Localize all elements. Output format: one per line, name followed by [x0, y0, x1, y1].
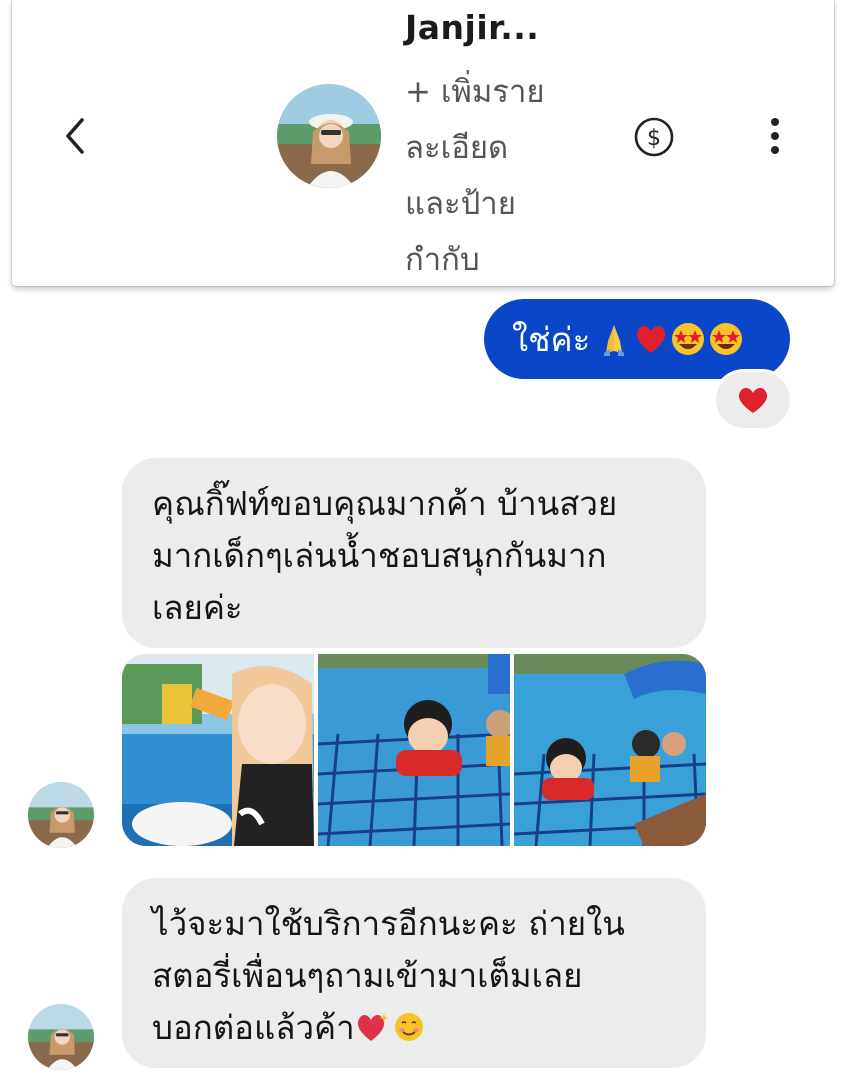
- subtitle-line: กำกับ: [405, 242, 480, 278]
- star-struck-icon: [672, 323, 705, 355]
- photo-attachment[interactable]: [514, 654, 706, 846]
- subtitle-line: ละเอียด: [405, 130, 509, 166]
- sender-avatar[interactable]: [28, 782, 94, 848]
- message-line: เลยค่ะ: [152, 588, 243, 627]
- subtitle-line: และป้าย: [405, 186, 516, 222]
- photo-attachment-group[interactable]: [122, 654, 706, 846]
- contact-name[interactable]: Janjir...: [405, 8, 539, 47]
- red-heart-icon: [637, 325, 666, 353]
- message-line: ไว้จะมาใช้บริการอีกนะคะ ถ่ายใน: [152, 904, 625, 943]
- subtitle-line: + เพิ่มราย: [405, 74, 545, 110]
- sent-message-text: ใช่ค่ะ: [512, 319, 591, 359]
- dollar-circle-icon[interactable]: $: [633, 116, 675, 158]
- svg-text:$: $: [647, 126, 661, 151]
- received-message-bubble[interactable]: ไว้จะมาใช้บริการอีกนะคะ ถ่ายใน สตอรี่เพื…: [122, 878, 706, 1068]
- message-line: คุณกิ๊ฟท์ขอบคุณมากค้า บ้านสวย: [152, 484, 618, 523]
- received-message-bubble[interactable]: คุณกิ๊ฟท์ขอบคุณมากค้า บ้านสวย มากเด็กๆเล…: [122, 458, 706, 648]
- chevron-left-icon[interactable]: [58, 112, 92, 160]
- message-reaction[interactable]: [716, 372, 790, 428]
- add-details-link[interactable]: + เพิ่มราย ละเอียด และป้าย กำกับ: [405, 64, 575, 288]
- photo-attachment[interactable]: [318, 654, 510, 846]
- star-struck-icon: [710, 323, 743, 355]
- message-line: สตอรี่เพื่อนๆถามเข้ามาเต็มเลย: [152, 956, 583, 995]
- sparkling-heart-icon: [357, 1013, 389, 1041]
- red-heart-icon: [738, 387, 768, 413]
- sender-avatar[interactable]: [28, 1004, 94, 1070]
- more-vertical-icon[interactable]: [768, 116, 782, 156]
- chat-header: Janjir... + เพิ่มราย ละเอียด และป้าย กำก…: [12, 0, 834, 286]
- message-line: มากเด็กๆเล่นน้ำชอบสนุกกันมาก: [152, 536, 607, 575]
- message-line: บอกต่อแล้วค้า: [152, 1002, 676, 1054]
- message-line-text: บอกต่อแล้วค้า: [152, 1008, 355, 1047]
- sent-message-bubble[interactable]: ใช่ค่ะ: [484, 299, 790, 379]
- contact-avatar[interactable]: [277, 84, 381, 188]
- photo-attachment[interactable]: [122, 654, 314, 846]
- smiling-face-icon: [394, 1013, 423, 1041]
- sent-emojis: [596, 321, 744, 357]
- folded-hands-icon: [604, 325, 625, 356]
